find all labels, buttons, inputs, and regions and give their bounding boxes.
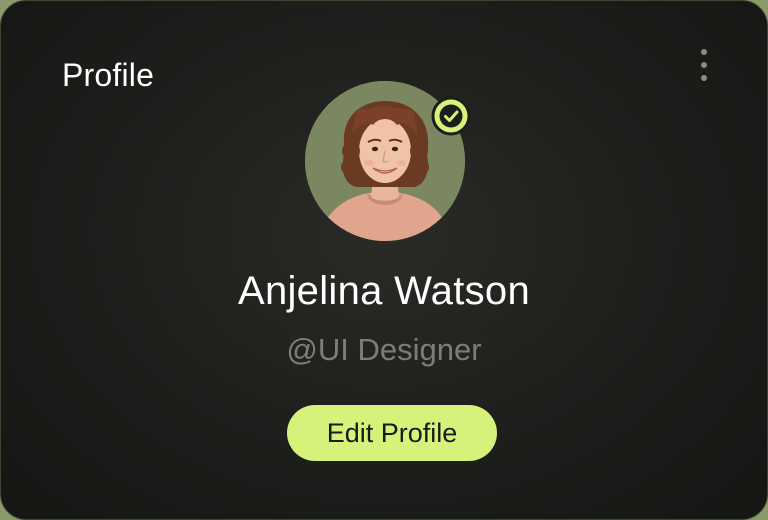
verified-check-icon: [431, 96, 471, 136]
avatar-container: [305, 81, 471, 241]
menu-dot: [701, 49, 707, 55]
edit-profile-button[interactable]: Edit Profile: [287, 405, 497, 461]
profile-name: Anjelina Watson: [237, 269, 531, 313]
profile-card: Profile Anjelina Watson @UI Designer Edi…: [0, 0, 768, 520]
more-options-icon[interactable]: [693, 45, 715, 87]
check-circle-icon: [431, 96, 471, 136]
menu-dot: [701, 62, 707, 68]
menu-dot: [701, 75, 707, 81]
profile-handle: @UI Designer: [286, 332, 482, 367]
card-title: Profile: [62, 57, 155, 93]
